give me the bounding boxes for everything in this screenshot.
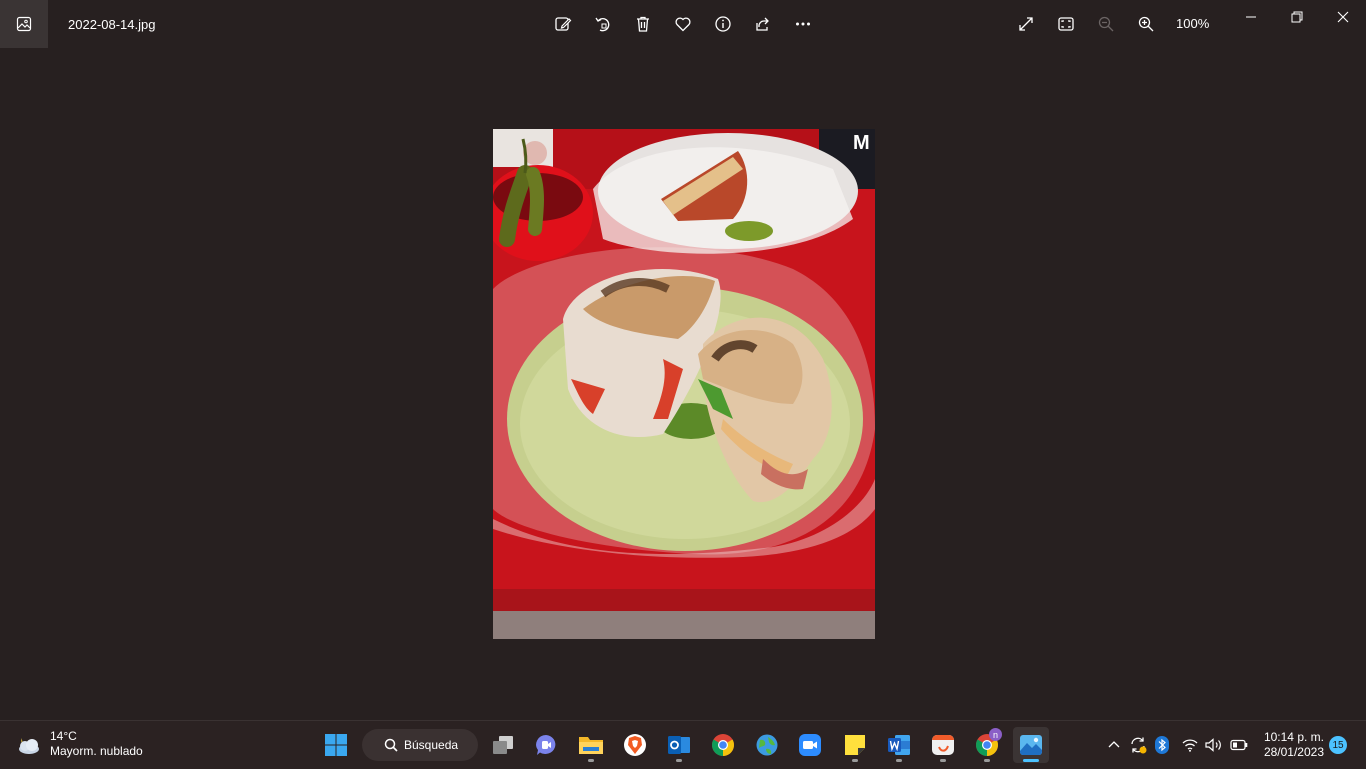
brave-button[interactable] (617, 727, 653, 763)
rotate-icon[interactable] (591, 12, 615, 36)
cloudy-night-icon (19, 738, 39, 754)
start-button[interactable] (318, 727, 354, 763)
clock-date: 28/01/2023 (1263, 745, 1324, 759)
folder-icon (579, 737, 603, 754)
show-hidden-icons[interactable] (1105, 735, 1123, 755)
outlook-button[interactable] (661, 727, 697, 763)
outlook-icon (668, 736, 690, 754)
bluetooth-icon (1155, 736, 1169, 754)
battery-icon (1230, 739, 1248, 751)
zoom-app-button[interactable] (792, 727, 828, 763)
info-icon[interactable] (711, 12, 735, 36)
photo-illustration: M (493, 129, 875, 639)
zoom-out-icon[interactable] (1094, 12, 1118, 36)
search-box[interactable]: Búsqueda (362, 729, 478, 761)
app-icon (932, 735, 954, 755)
wifi-icon (1182, 739, 1198, 752)
zoom-video-icon (799, 734, 821, 756)
fullscreen-icon[interactable] (1014, 12, 1038, 36)
battery-tray-icon[interactable] (1228, 735, 1250, 755)
clock[interactable]: 10:14 p. m. 28/01/2023 (1260, 730, 1324, 760)
sync-tray-icon[interactable] (1127, 735, 1149, 755)
sticky-notes-button[interactable] (837, 727, 873, 763)
svg-text:M: M (853, 132, 870, 154)
word-button[interactable] (881, 727, 917, 763)
weather-temp: 14°C (50, 729, 77, 743)
delete-icon[interactable] (631, 12, 655, 36)
restore-icon[interactable] (1282, 8, 1312, 26)
taskbar: 14°C Mayorm. nublado Búsqueda n 10:14 p.… (0, 720, 1366, 769)
weather-widget[interactable]: 14°C Mayorm. nublado (14, 729, 143, 759)
chevron-up-icon (1108, 741, 1120, 748)
title-bar: 2022-08-14.jpg 100% (0, 0, 1366, 48)
word-icon (888, 735, 910, 755)
task-view-button[interactable] (485, 727, 521, 763)
chrome-profile-badge: n (989, 728, 1002, 741)
maps-button[interactable] (749, 727, 785, 763)
sticky-note-icon (845, 735, 865, 755)
chrome-profile-button[interactable]: n (969, 727, 1005, 763)
favorite-icon[interactable] (671, 12, 695, 36)
search-label: Búsqueda (404, 738, 459, 752)
wifi-tray-icon[interactable] (1180, 735, 1200, 755)
zoom-in-icon[interactable] (1134, 12, 1158, 36)
brave-icon (624, 734, 646, 756)
volume-icon (1205, 738, 1221, 752)
weather-condition: Mayorm. nublado (50, 744, 143, 758)
search-icon (384, 738, 398, 752)
volume-tray-icon[interactable] (1204, 735, 1224, 755)
chrome-button[interactable] (705, 727, 741, 763)
file-name: 2022-08-14.jpg (68, 17, 156, 32)
notification-badge[interactable]: 15 (1329, 736, 1347, 754)
teams-button[interactable] (528, 727, 564, 763)
photos-app-icon[interactable] (0, 0, 48, 48)
share-icon[interactable] (751, 12, 775, 36)
teams-chat-icon (536, 735, 556, 755)
chrome-icon (712, 734, 734, 756)
zoom-level[interactable]: 100% (1176, 16, 1209, 31)
app-button[interactable] (925, 727, 961, 763)
photos-icon (1020, 735, 1042, 755)
minimize-icon[interactable] (1236, 8, 1266, 26)
clock-time: 10:14 p. m. (1263, 730, 1324, 744)
photos-button[interactable] (1013, 727, 1049, 763)
globe-icon (756, 734, 778, 756)
more-icon[interactable] (791, 12, 815, 36)
bluetooth-tray-icon[interactable] (1153, 735, 1171, 755)
sync-icon (1131, 737, 1147, 754)
fit-window-icon[interactable] (1054, 12, 1078, 36)
edit-icon[interactable] (551, 12, 575, 36)
task-view-icon (493, 736, 513, 754)
windows-icon (325, 734, 347, 756)
photo-image[interactable]: M (493, 129, 875, 639)
close-icon[interactable] (1328, 8, 1358, 26)
file-explorer-button[interactable] (573, 727, 609, 763)
